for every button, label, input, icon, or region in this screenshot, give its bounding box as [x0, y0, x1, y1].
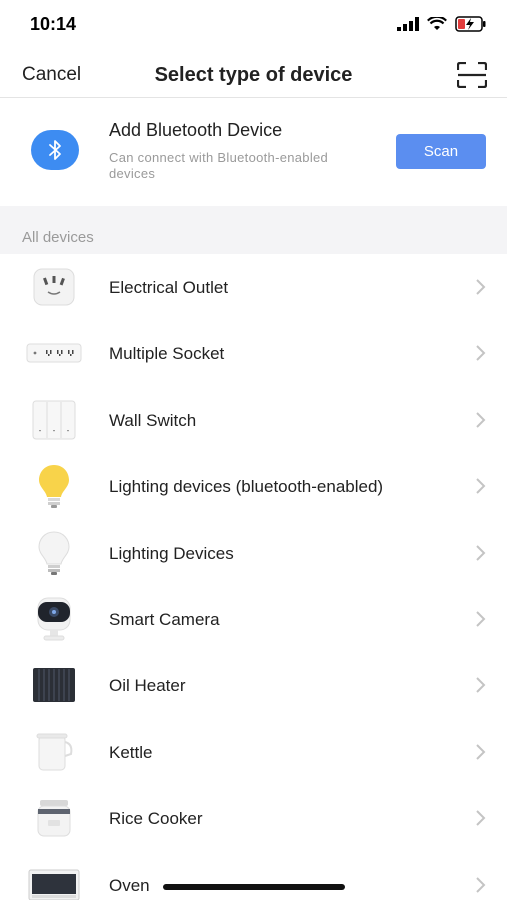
- list-item[interactable]: Rice Cooker: [0, 785, 507, 851]
- kettle-icon: [26, 727, 82, 777]
- heater-icon: [26, 660, 82, 710]
- camera-icon: [26, 594, 82, 644]
- device-label: Oven: [109, 875, 150, 895]
- list-item[interactable]: Oil Heater: [0, 652, 507, 718]
- device-label: Multiple Socket: [109, 344, 225, 364]
- device-label: Rice Cooker: [109, 809, 203, 829]
- list-item[interactable]: Multiple Socket: [0, 320, 507, 386]
- home-indicator[interactable]: [163, 884, 345, 890]
- device-label: Electrical Outlet: [109, 278, 229, 297]
- white-bulb-icon: [26, 528, 82, 578]
- outlet-icon: [26, 262, 82, 312]
- power-strip-icon: [26, 328, 82, 378]
- yellow-bulb-icon: [26, 461, 82, 511]
- device-list: Electrical Outlet Multiple Socket Wall S…: [0, 254, 507, 900]
- bluetooth-description: Can connect with Bluetooth-enabled devic…: [109, 150, 329, 181]
- list-item[interactable]: Smart Camera: [0, 586, 507, 652]
- chevron-right-icon: [476, 544, 486, 561]
- device-label: Smart Camera: [109, 609, 220, 629]
- battery-charging-icon: [455, 16, 486, 32]
- chevron-right-icon: [476, 611, 486, 627]
- rice-cooker-icon: [26, 793, 82, 843]
- section-header: All devices: [0, 206, 507, 254]
- nav-bar: Cancel Select type of device: [0, 50, 507, 98]
- device-label: Oil Heater: [109, 676, 186, 696]
- chevron-right-icon: [476, 478, 486, 494]
- wifi-icon: [427, 17, 447, 30]
- device-label: Lighting devices (bluetooth-enabled): [109, 477, 384, 497]
- bluetooth-card: Add Bluetooth Device Can connect with Bl…: [0, 99, 507, 206]
- list-item[interactable]: Wall Switch: [0, 387, 507, 453]
- chevron-right-icon: [476, 412, 486, 428]
- device-label: Kettle: [109, 742, 153, 762]
- bluetooth-icon: [31, 130, 79, 170]
- list-item[interactable]: Oven: [0, 852, 507, 900]
- list-item[interactable]: Electrical Outlet: [0, 254, 507, 320]
- chevron-right-icon: [476, 876, 486, 893]
- chevron-right-icon: [476, 744, 486, 760]
- list-item[interactable]: Lighting devices (bluetooth-enabled): [0, 453, 507, 519]
- device-label: Lighting Devices: [109, 543, 234, 563]
- bluetooth-title: Add Bluetooth Device: [109, 120, 283, 140]
- chevron-right-icon: [476, 810, 486, 826]
- oven-icon: [26, 860, 82, 900]
- scan-button[interactable]: Scan: [396, 134, 486, 169]
- status-bar: 10:14: [0, 0, 507, 50]
- chevron-right-icon: [476, 677, 486, 694]
- chevron-right-icon: [476, 345, 486, 362]
- status-icons: [389, 16, 487, 32]
- page-title: Select type of device: [154, 64, 353, 86]
- status-time: 10:14: [30, 14, 77, 34]
- qr-scan-icon[interactable]: [457, 62, 487, 88]
- list-item[interactable]: Lighting Devices: [0, 520, 507, 586]
- section-label: All devices: [22, 229, 94, 246]
- device-label: Wall Switch: [109, 410, 197, 430]
- chevron-right-icon: [476, 279, 486, 295]
- wall-switch-icon: [26, 395, 82, 445]
- list-item[interactable]: Kettle: [0, 719, 507, 785]
- signal-icon: [397, 17, 419, 31]
